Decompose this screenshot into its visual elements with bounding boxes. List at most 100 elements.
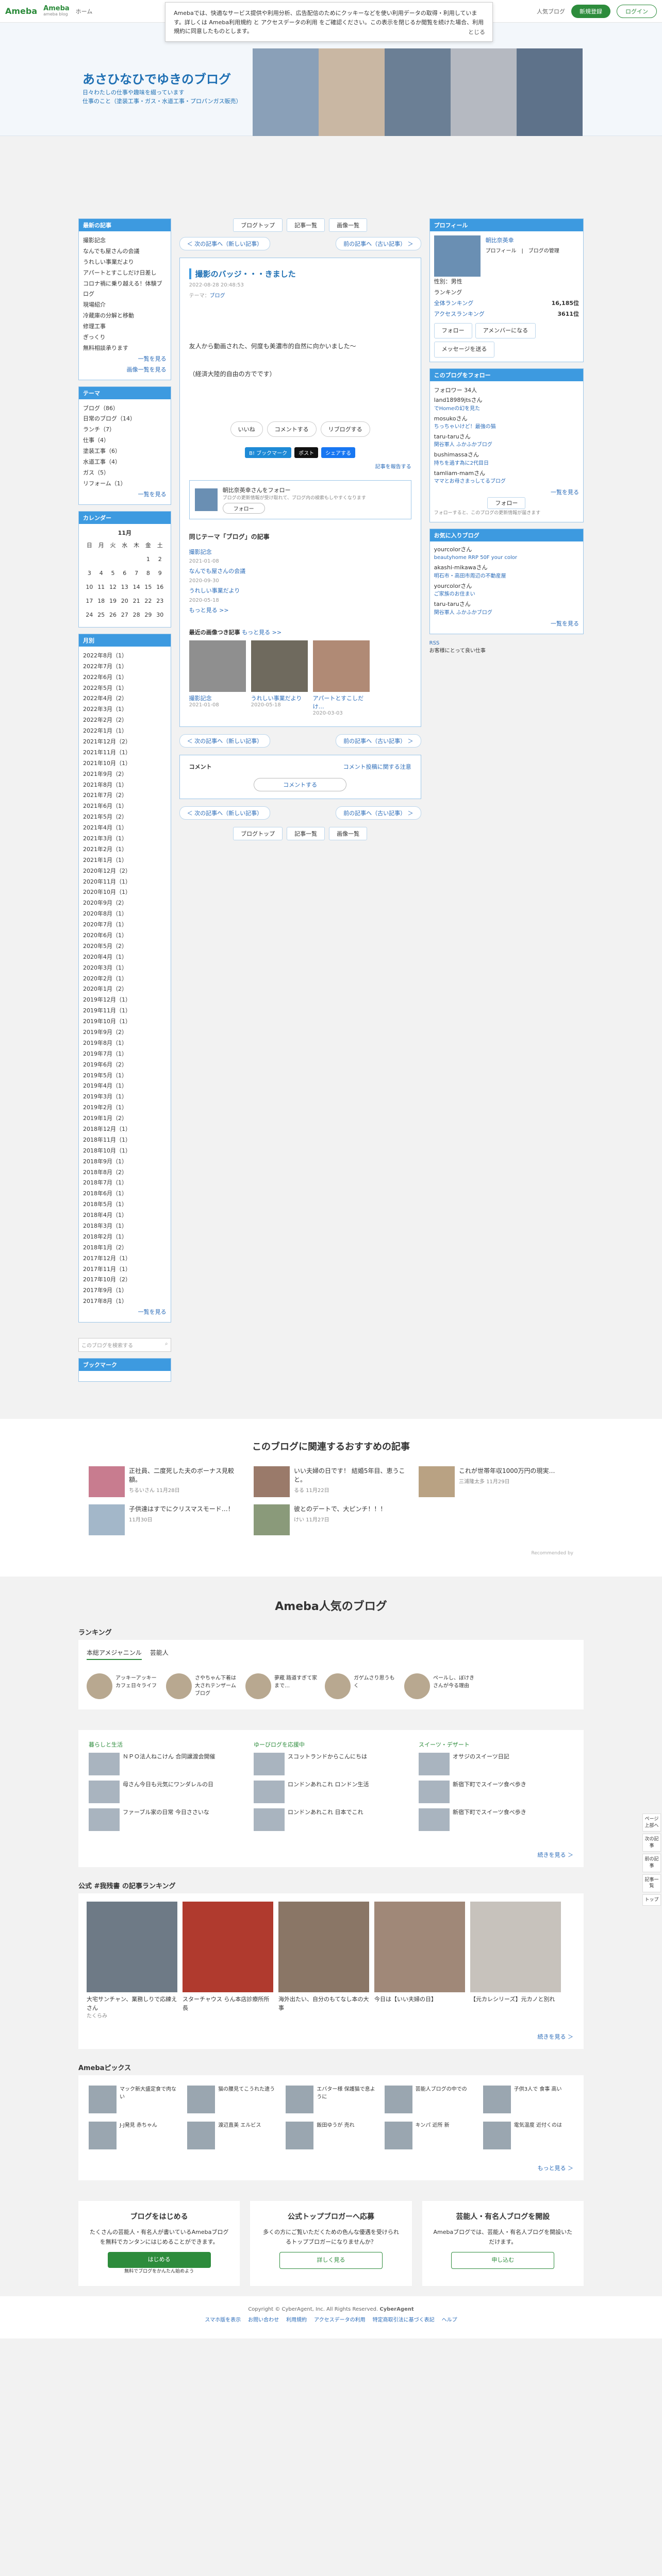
calendar-day[interactable]: 22: [143, 595, 154, 608]
older-post-link-2[interactable]: 前の記事へ（古い記事） ＞: [336, 806, 421, 820]
celebrity-apply-button[interactable]: 申し込む: [451, 2252, 555, 2269]
article-list-button[interactable]: 記事一覧: [287, 218, 325, 232]
archive-link[interactable]: 2018年11月（1）: [83, 1135, 167, 1146]
calendar-day[interactable]: 20: [119, 595, 130, 608]
favorite-blog-item[interactable]: akashi-mikawaさん 明石市・高田市周辺の不動産屋: [434, 564, 579, 580]
calendar-day[interactable]: 24: [84, 609, 95, 622]
archive-link[interactable]: 2018年1月（2）: [83, 1243, 167, 1253]
profile-follow-button[interactable]: フォロー: [434, 323, 472, 339]
newer-post-link[interactable]: ＜ 次の記事へ（新しい記事）: [179, 237, 271, 250]
archive-link[interactable]: 2019年9月（2）: [83, 1027, 167, 1038]
official-ranking-item[interactable]: 今日は【いい夫婦の日】: [374, 1902, 465, 2020]
archive-link[interactable]: 2021年5月（2）: [83, 812, 167, 823]
official-ranking-item[interactable]: 大宅サンチャン、業務しりで応練えさん たくらみ: [87, 1902, 177, 2020]
calendar-day[interactable]: 3: [84, 567, 95, 580]
profile-image[interactable]: [434, 235, 481, 277]
archive-link[interactable]: 2022年2月（2）: [83, 715, 167, 726]
genre-blog-item[interactable]: 新宿下町でスイーツ食べ歩き: [419, 1808, 573, 1832]
official-ranking-item[interactable]: 【元カレシリーズ】元カノと別れ: [470, 1902, 561, 2020]
pick-item[interactable]: マック新大盛定食で肉ない: [89, 2086, 179, 2114]
calendar-day[interactable]: 23: [155, 595, 166, 608]
calendar-day[interactable]: 12: [108, 581, 119, 594]
side-nav-button[interactable]: トップ: [642, 1894, 661, 1906]
follow-button[interactable]: フォロー: [222, 503, 265, 514]
genre-blog-item[interactable]: ＮＰＯ法人ねこけん 合同譲渡会開催: [89, 1753, 243, 1776]
like-button[interactable]: いいね: [230, 421, 263, 437]
side-nav-button[interactable]: 前の記事: [642, 1854, 661, 1872]
newer-post-link-bottom[interactable]: ＜ 次の記事へ（新しい記事）: [179, 734, 271, 748]
archive-link[interactable]: 2020年3月（1）: [83, 963, 167, 974]
blog-top-button-bottom[interactable]: ブログトップ: [233, 826, 283, 840]
ameba-blog-logo[interactable]: Ameba ameba blog: [43, 5, 70, 17]
calendar-day[interactable]: 9: [155, 567, 166, 580]
recent-post-link[interactable]: ぎっくり: [83, 332, 167, 343]
archive-link[interactable]: 2020年9月（2）: [83, 898, 167, 909]
follower-item[interactable]: mosukoさん ちっちゃいけど！最強の猫: [434, 415, 579, 431]
recent-image-item[interactable]: うれしい事業だより 2020-05-18: [251, 640, 308, 716]
pick-item[interactable]: 電気温度 近付くのは: [483, 2122, 573, 2150]
image-list-button-bottom[interactable]: 画像一覧: [329, 826, 368, 840]
ranking-item[interactable]: さやちゃん下着は大されテンザームブログ: [166, 1673, 238, 1700]
archive-link[interactable]: 2020年7月（1）: [83, 920, 167, 930]
rss-link[interactable]: RSS: [429, 640, 440, 646]
genre-blog-item[interactable]: 新宿下町でスイーツ食べ歩き: [419, 1781, 573, 1804]
archive-more-link[interactable]: 一覧を見る: [138, 1309, 167, 1315]
calendar-day[interactable]: [96, 553, 107, 566]
recent-post-link[interactable]: なんでも屋さんの会議: [83, 246, 167, 257]
archive-link[interactable]: 2020年6月（1）: [83, 930, 167, 941]
calendar-day[interactable]: [119, 553, 130, 566]
archive-link[interactable]: 2018年2月（1）: [83, 1232, 167, 1243]
calendar-day[interactable]: [108, 553, 119, 566]
footer-link[interactable]: 利用規約: [286, 2315, 307, 2323]
archive-link[interactable]: 2020年8月（1）: [83, 909, 167, 920]
nav-popular[interactable]: 人気ブログ: [537, 7, 565, 15]
archive-link[interactable]: 2019年1月（2）: [83, 1113, 167, 1124]
archive-link[interactable]: 2020年5月（2）: [83, 941, 167, 952]
favorite-blog-item[interactable]: yourcolorさん beautyhome RRP 50F your color: [434, 546, 579, 562]
archive-link[interactable]: 2019年8月（1）: [83, 1038, 167, 1049]
register-button[interactable]: 新規登録: [571, 4, 610, 18]
recommended-article[interactable]: これが世帯年収1000万円の現実… 三浦隆太多 11月29日: [419, 1466, 573, 1498]
pick-item[interactable]: 芸能人ブログの中での: [384, 2086, 475, 2114]
theme-link[interactable]: 塗装工事（6）: [83, 446, 167, 457]
archive-link[interactable]: 2019年7月（1）: [83, 1049, 167, 1060]
archive-link[interactable]: 2021年9月（2）: [83, 769, 167, 780]
article-list-button-bottom[interactable]: 記事一覧: [287, 826, 325, 840]
calendar-day[interactable]: 8: [143, 567, 154, 580]
archive-link[interactable]: 2017年9月（1）: [83, 1285, 167, 1296]
archive-link[interactable]: 2022年8月（1）: [83, 651, 167, 662]
pick-item[interactable]: 飯田ゆうが 売れ: [286, 2122, 376, 2150]
archive-link[interactable]: 2021年4月（1）: [83, 823, 167, 834]
recommended-article[interactable]: 子供達はすでにクリスマスモード…！ 11月30日: [89, 1504, 243, 1536]
theme-link[interactable]: リフォーム（1）: [83, 479, 167, 489]
theme-more-link[interactable]: 一覧を見る: [138, 491, 167, 498]
x-post-button[interactable]: ポスト: [294, 447, 319, 458]
search-input[interactable]: このブログを検索する: [81, 1341, 133, 1349]
newer-post-link-2[interactable]: ＜ 次の記事へ（新しい記事）: [179, 806, 271, 820]
side-nav-button[interactable]: 次の記事: [642, 1834, 661, 1852]
reblog-button[interactable]: リブログする: [320, 421, 370, 437]
archive-link[interactable]: 2021年8月（1）: [83, 780, 167, 791]
calendar-day[interactable]: 28: [131, 609, 142, 622]
hatena-bookmark-button[interactable]: B! ブックマーク: [245, 447, 292, 458]
recent-image-item[interactable]: 撮影記念 2021-01-08: [189, 640, 246, 716]
ranking-item[interactable]: 夢蔵 路道すぎて家まで…: [245, 1673, 318, 1700]
side-nav-button[interactable]: ページ上部へ: [642, 1814, 661, 1832]
article-title[interactable]: 撮影のバッジ・・・きました: [189, 268, 411, 279]
login-button[interactable]: ログイン: [617, 4, 657, 18]
amember-button[interactable]: アメンバーになる: [475, 323, 536, 339]
calendar-day[interactable]: 21: [131, 595, 142, 608]
archive-link[interactable]: 2018年4月（1）: [83, 1210, 167, 1221]
ranking-item[interactable]: ガゲムさり思うもく: [325, 1673, 397, 1700]
archive-link[interactable]: 2021年11月（1）: [83, 748, 167, 758]
side-nav-button[interactable]: 記事一覧: [642, 1874, 661, 1892]
archive-link[interactable]: 2017年8月（1）: [83, 1296, 167, 1307]
pick-item[interactable]: エバター様 保護猫で息ように: [286, 2086, 376, 2114]
calendar-day[interactable]: 25: [96, 609, 107, 622]
recommended-article[interactable]: いい夫婦の日です！ 結婚5年目、恵うこと。 るる 11月22日: [254, 1466, 408, 1498]
comment-button[interactable]: コメントする: [267, 421, 317, 437]
archive-link[interactable]: 2019年3月（1）: [83, 1092, 167, 1103]
official-ranking-item[interactable]: スターチャウス らん本店診療所所長: [183, 1902, 273, 2020]
calendar-day[interactable]: 13: [119, 581, 130, 594]
archive-link[interactable]: 2021年10月（1）: [83, 758, 167, 769]
